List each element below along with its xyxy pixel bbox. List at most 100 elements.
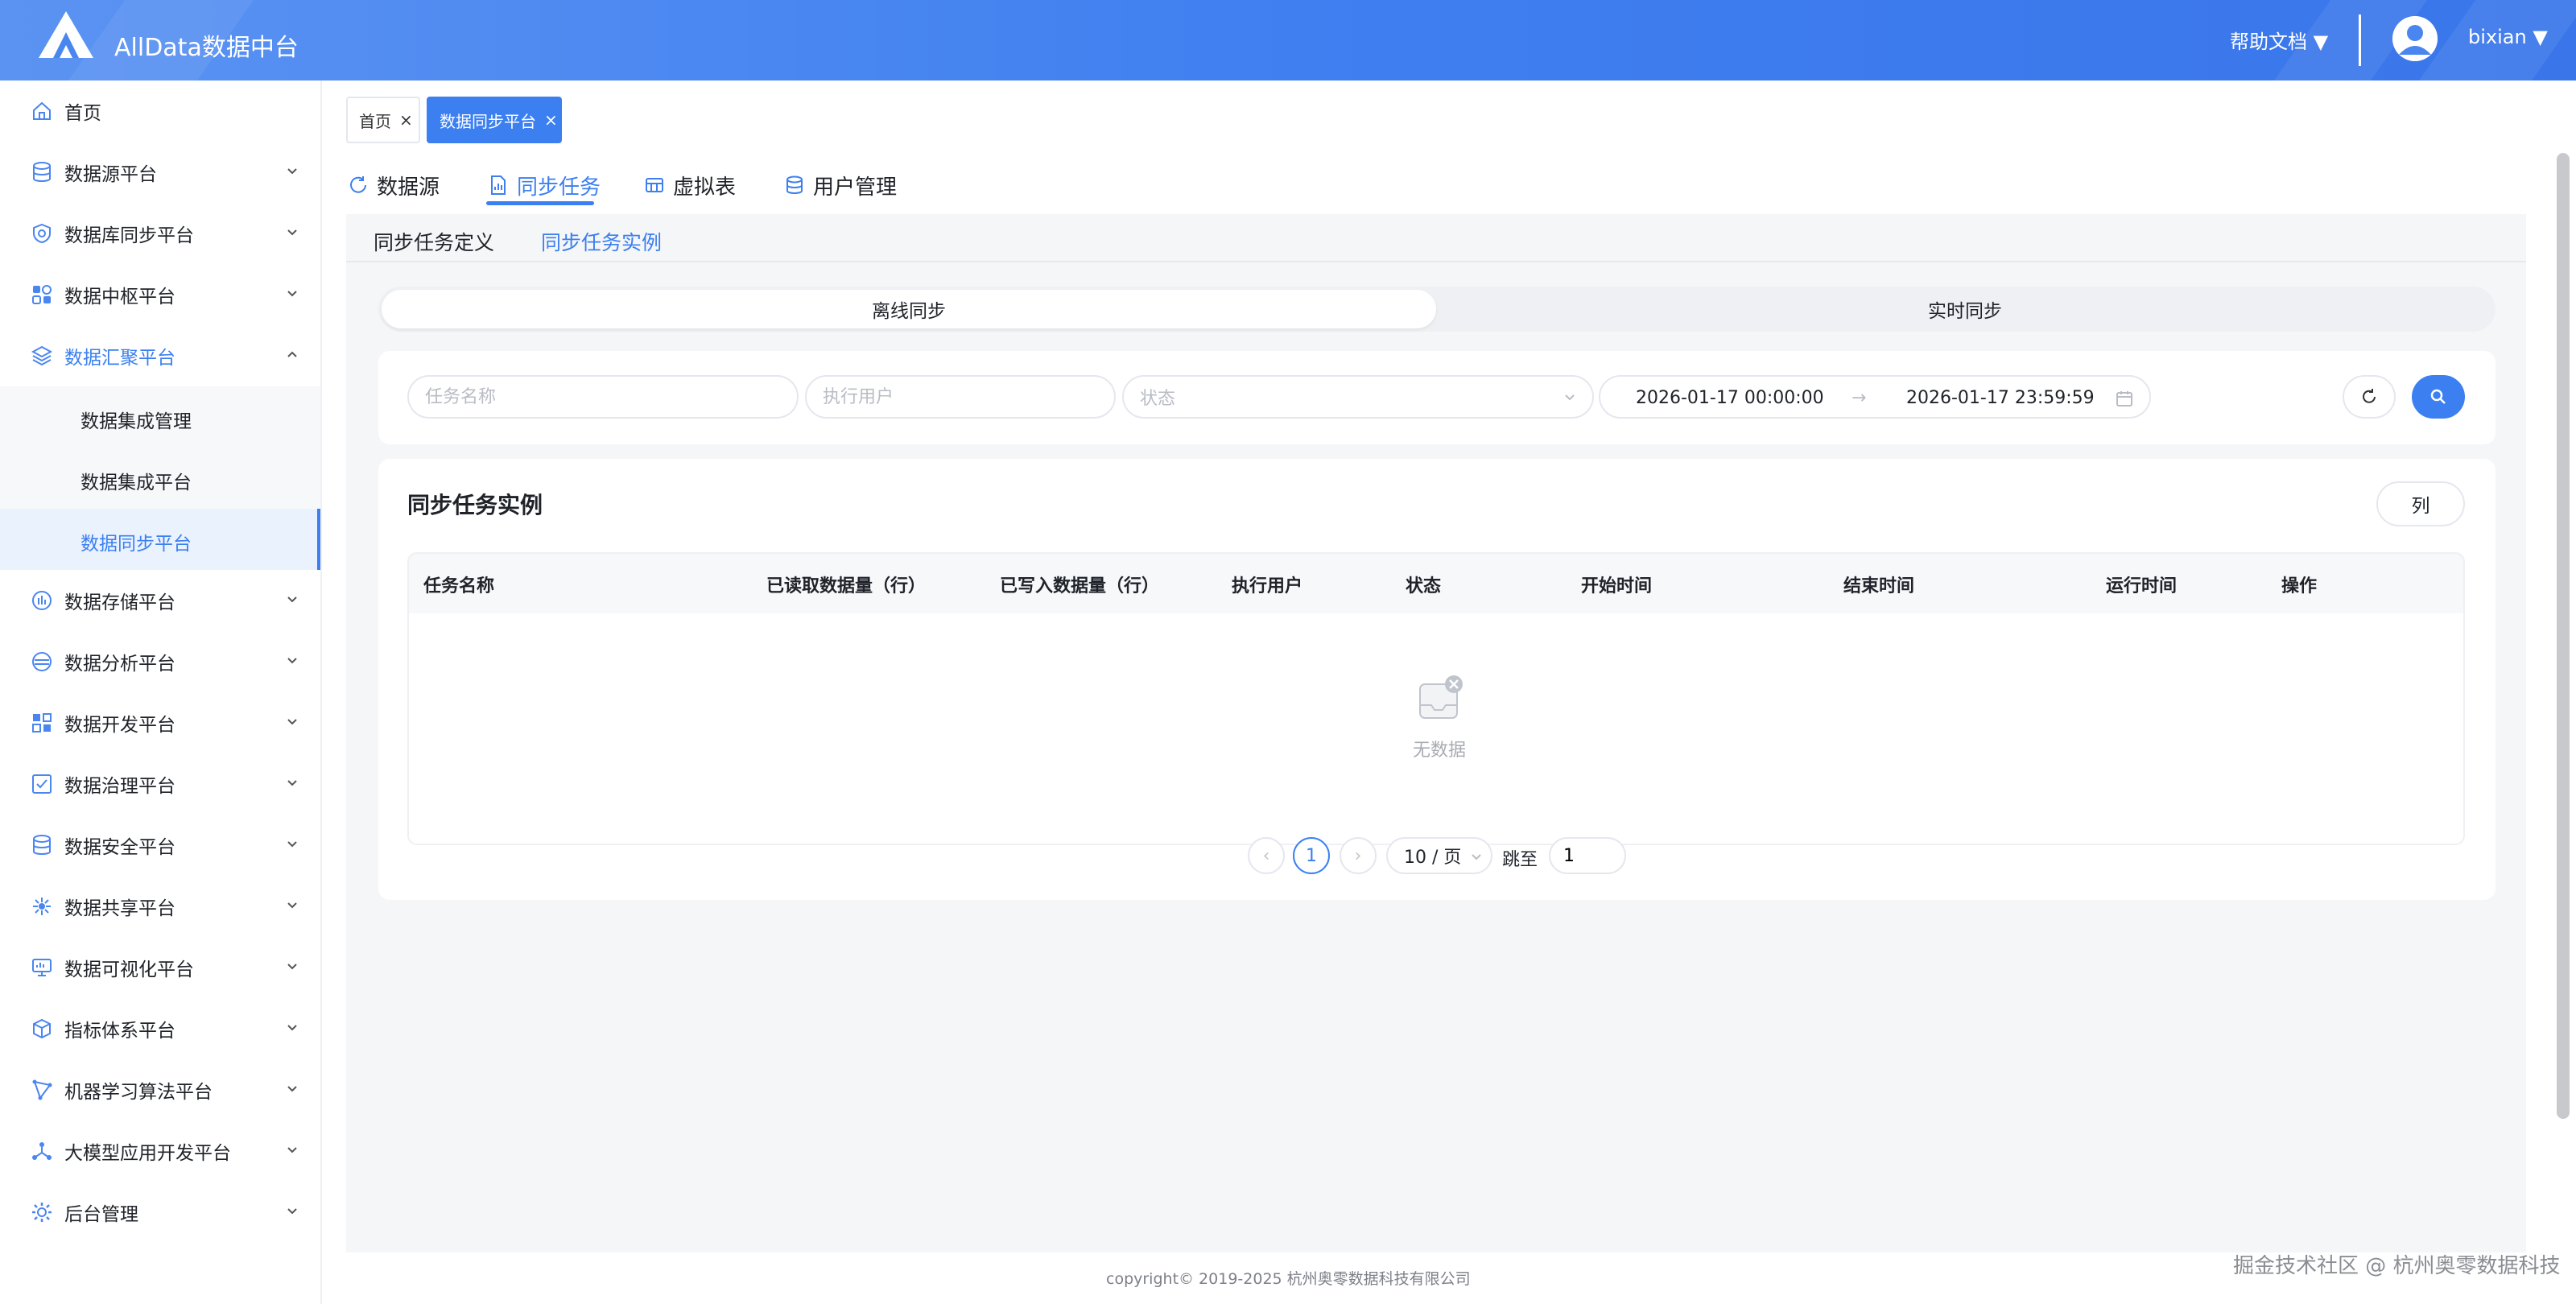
alldata-logo-icon[interactable]	[35, 8, 97, 61]
sidebar-item-label: 机器学习算法平台	[64, 1082, 213, 1103]
ml-icon	[32, 1079, 52, 1100]
next-page-button[interactable]: ›	[1340, 837, 1377, 874]
status-select[interactable]: 状态	[1122, 375, 1594, 419]
tag-label: 首页	[359, 111, 391, 131]
sidebar-item-label: 指标体系平台	[64, 1021, 175, 1042]
page-number-button[interactable]: 1	[1293, 837, 1330, 874]
subtab-task-definition[interactable]: 同步任务定义	[374, 227, 494, 256]
jump-label: 跳至	[1502, 850, 1538, 870]
columns-button[interactable]: 列	[2376, 481, 2465, 526]
sidebar-item-label: 数据汇聚平台	[64, 348, 175, 369]
sidebar-item-admin[interactable]: 后台管理	[0, 1182, 320, 1243]
table-card: 同步任务实例 列 任务名称 已读取数据量（行） 已写入数据量（行） 执行用户 状…	[378, 459, 2496, 900]
sidebar-item-label: 数据治理平台	[64, 776, 175, 797]
sidebar-item-label: 数据中枢平台	[64, 287, 175, 307]
tab-label: 数据源	[377, 175, 440, 200]
sidebar-item-ml-algorithm[interactable]: 机器学习算法平台	[0, 1059, 320, 1120]
help-docs-menu[interactable]: 帮助文档 ▼	[2230, 26, 2328, 54]
sidebar-subitem-integration-platform[interactable]: 数据集成平台	[0, 448, 320, 509]
sidebar-item-label: 数据源平台	[64, 164, 157, 185]
sidebar-subitem-integration-mgmt[interactable]: 数据集成管理	[0, 386, 320, 448]
column-header[interactable]: 已读取数据量（行）	[766, 572, 926, 597]
tab-datasource[interactable]: 数据源	[348, 161, 440, 209]
analysis-icon	[32, 652, 52, 671]
storage-chart-icon	[32, 591, 52, 610]
column-header[interactable]: 已写入数据量（行）	[1000, 572, 1159, 597]
jump-page-input[interactable]	[1563, 845, 1624, 866]
column-header[interactable]: 任务名称	[423, 572, 494, 597]
segment-offline-sync[interactable]: 离线同步	[382, 290, 1436, 328]
column-header[interactable]: 结束时间	[1843, 572, 1914, 597]
arrow-right-icon: →	[1852, 388, 1867, 408]
column-header[interactable]: 执行用户	[1232, 572, 1302, 597]
column-header[interactable]: 状态	[1406, 572, 1441, 597]
sidebar-subitem-sync-platform[interactable]: 数据同步平台	[0, 509, 320, 570]
chevron-down-icon	[287, 229, 297, 236]
sidebar-item-label: 后台管理	[64, 1204, 138, 1225]
search-button[interactable]	[2412, 375, 2465, 419]
sidebar-item-data-aggregation[interactable]: 数据汇聚平台	[0, 325, 320, 386]
home-icon	[33, 101, 51, 120]
sidebar-item-data-visualization[interactable]: 数据可视化平台	[0, 937, 320, 998]
sidebar-item-datasource[interactable]: 数据源平台	[0, 142, 320, 203]
sidebar-item-data-hub[interactable]: 数据中枢平台	[0, 264, 320, 325]
chevron-down-icon	[287, 780, 297, 786]
exec-user-field[interactable]	[805, 375, 1116, 419]
monitor-icon	[32, 959, 52, 976]
column-header[interactable]: 开始时间	[1581, 572, 1652, 597]
sidebar-item-label: 数据开发平台	[64, 715, 175, 736]
reset-button[interactable]	[2343, 375, 2396, 419]
tab-active-indicator	[486, 201, 594, 205]
sidebar-item-data-storage[interactable]: 数据存储平台	[0, 570, 320, 631]
sidebar-item-home[interactable]: 首页	[0, 80, 320, 142]
sidebar-item-data-analysis[interactable]: 数据分析平台	[0, 631, 320, 692]
subtab-bar: 同步任务定义 同步任务实例	[346, 214, 2526, 262]
user-menu[interactable]: bixian ▼	[2468, 26, 2548, 48]
sidebar-item-metric-system[interactable]: 指标体系平台	[0, 998, 320, 1059]
chevron-down-icon	[287, 902, 297, 909]
tag-home[interactable]: 首页 ×	[346, 97, 420, 143]
column-header[interactable]: 运行时间	[2106, 572, 2177, 597]
page-size-select[interactable]: 10 / 页	[1386, 837, 1492, 874]
report-icon	[491, 175, 506, 195]
close-icon[interactable]: ×	[544, 110, 558, 130]
exec-user-input[interactable]	[823, 386, 1114, 407]
sidebar-subitem-label: 数据集成管理	[80, 411, 192, 432]
user-avatar-icon[interactable]	[2392, 16, 2438, 61]
column-header[interactable]: 操作	[2281, 572, 2317, 597]
sidebar-item-data-governance[interactable]: 数据治理平台	[0, 753, 320, 815]
table-header-row: 任务名称 已读取数据量（行） 已写入数据量（行） 执行用户 状态 开始时间 结束…	[409, 554, 2463, 613]
tab-label: 虚拟表	[673, 175, 737, 200]
sidebar-item-label: 大模型应用开发平台	[64, 1143, 231, 1164]
chevron-down-icon	[287, 291, 297, 297]
settings-icon	[32, 1203, 52, 1222]
date-end[interactable]: 2026-01-17 23:59:59	[1906, 388, 2095, 408]
date-start[interactable]: 2026-01-17 00:00:00	[1636, 388, 1824, 408]
sidebar-item-db-sync[interactable]: 数据库同步平台	[0, 203, 320, 264]
tab-virtual-table[interactable]: 虚拟表	[644, 161, 736, 209]
users-db-icon	[786, 175, 803, 194]
sidebar-item-data-share[interactable]: 数据共享平台	[0, 876, 320, 937]
segment-realtime-sync[interactable]: 实时同步	[1438, 290, 2492, 328]
prev-page-button[interactable]: ‹	[1248, 837, 1285, 874]
subtab-task-instance[interactable]: 同步任务实例	[541, 227, 662, 256]
tag-sync-platform[interactable]: 数据同步平台 ×	[427, 97, 562, 143]
date-range-picker[interactable]: 2026-01-17 00:00:00 → 2026-01-17 23:59:5…	[1599, 375, 2151, 419]
sidebar-item-llm-dev[interactable]: 大模型应用开发平台	[0, 1120, 320, 1182]
chevron-down-icon	[287, 1086, 297, 1092]
jump-page-field[interactable]	[1549, 837, 1626, 874]
task-name-input[interactable]	[425, 386, 797, 407]
task-name-field[interactable]	[407, 375, 799, 419]
chevron-down-icon	[287, 1025, 297, 1031]
tab-user-management[interactable]: 用户管理	[784, 161, 897, 209]
chevron-up-icon	[287, 351, 297, 357]
sidebar: 首页 数据源平台 数据库同步平台 数据中枢平台 数据汇聚平台 数据集成管理 数据…	[0, 80, 322, 1304]
instances-table: 任务名称 已读取数据量（行） 已写入数据量（行） 执行用户 状态 开始时间 结束…	[407, 552, 2465, 845]
sidebar-item-label: 数据共享平台	[64, 898, 175, 919]
sidebar-item-data-dev[interactable]: 数据开发平台	[0, 692, 320, 753]
vertical-scrollbar[interactable]	[2557, 153, 2570, 1119]
sidebar-item-data-security[interactable]: 数据安全平台	[0, 815, 320, 876]
empty-state: 无数据	[1391, 675, 1488, 761]
close-icon[interactable]: ×	[399, 110, 413, 130]
chevron-down-icon	[287, 841, 297, 848]
